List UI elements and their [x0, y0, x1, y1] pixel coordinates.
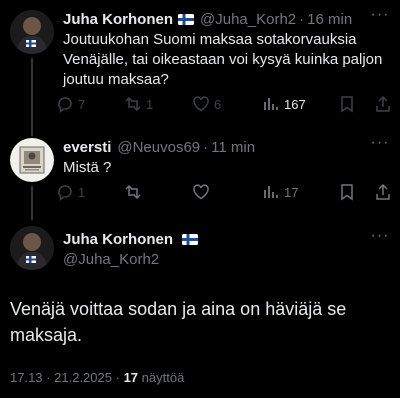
post-time[interactable]: 11 min [211, 139, 255, 156]
post-actions: 7 1 6 167 [56, 94, 392, 114]
post-header: eversti @Neuvos69 · 11 min ··· [63, 135, 390, 157]
reply-icon [58, 97, 72, 113]
avatar[interactable] [10, 10, 54, 54]
analytics-icon [264, 186, 278, 198]
main-post-header: Juha Korhonen @Juha_Korh2 ··· [10, 226, 390, 274]
share-icon [376, 183, 390, 200]
repost-count: 1 [146, 96, 154, 112]
separator-dot: · [46, 370, 51, 385]
post-header: Juha Korhonen @Juha_Korh2 · 16 min ··· [63, 7, 390, 29]
like-count: 6 [214, 96, 222, 112]
separator-dot: · [203, 138, 209, 156]
separator-dot: · [299, 10, 305, 28]
thread-connector-line [31, 186, 33, 220]
share-icon [376, 95, 390, 112]
repost-button[interactable]: 1 [124, 94, 153, 114]
post-text: Mistä ? [63, 159, 112, 176]
bookmark-icon [341, 184, 353, 201]
more-options-icon[interactable]: ··· [370, 135, 390, 157]
post-time[interactable]: 17.13 [10, 370, 43, 385]
repost-button[interactable] [124, 182, 146, 202]
finland-flag-icon [182, 234, 199, 246]
finland-flag-icon [178, 13, 195, 25]
reply-count: 1 [78, 184, 86, 200]
separator-dot: · [115, 370, 120, 385]
author-handle[interactable]: @Juha_Korh2 [63, 250, 198, 270]
author-block: Juha Korhonen @Juha_Korh2 [63, 230, 199, 270]
repost-icon [125, 96, 141, 112]
author-name[interactable]: Juha Korhonen [63, 231, 173, 248]
author-name[interactable]: Juha Korhonen [63, 11, 173, 28]
views-button[interactable]: 17 [262, 182, 298, 202]
share-button[interactable] [374, 94, 392, 114]
like-button[interactable] [192, 182, 214, 202]
post-actions: 1 17 [56, 182, 392, 202]
reply-button[interactable]: 1 [56, 182, 85, 202]
views-count: 17 [123, 370, 139, 385]
post-date[interactable]: 21.2.2025 [54, 370, 112, 385]
views-button[interactable]: 167 [262, 94, 306, 114]
conversation-thread: Juha Korhonen @Juha_Korh2 · 16 min ··· J… [0, 0, 400, 398]
reply-count: 7 [78, 96, 86, 112]
post-meta: 17.13 · 21.2.2025 · 17 näyttöä [10, 370, 184, 385]
bookmark-button[interactable] [338, 182, 356, 202]
analytics-icon [264, 98, 278, 110]
bookmark-button[interactable] [338, 94, 356, 114]
heart-icon [193, 184, 209, 200]
view-count: 167 [284, 96, 306, 112]
like-button[interactable]: 6 [192, 94, 221, 114]
more-options-icon[interactable]: ··· [370, 7, 390, 29]
author-name[interactable]: eversti [63, 139, 111, 156]
main-post-text: Venäjä voittaa sodan ja aina on häviäjä … [10, 299, 347, 345]
heart-icon [193, 96, 209, 112]
avatar[interactable] [10, 138, 54, 182]
post-time[interactable]: 16 min [307, 11, 352, 28]
views-label: näyttöä [141, 370, 185, 385]
more-options-icon[interactable]: ··· [370, 228, 390, 250]
post-text: Joutuukohan Suomi maksaa sotakorvauksia … [63, 31, 383, 88]
author-handle[interactable]: @Juha_Korh2 [200, 11, 296, 28]
thread-connector-line [31, 58, 33, 136]
bookmark-icon [341, 96, 353, 113]
share-button[interactable] [374, 182, 392, 202]
avatar[interactable] [10, 226, 54, 270]
author-handle[interactable]: @Neuvos69 [117, 139, 200, 156]
reply-button[interactable]: 7 [56, 94, 85, 114]
view-count: 17 [284, 184, 299, 200]
repost-icon [125, 184, 141, 200]
reply-icon [58, 185, 72, 201]
